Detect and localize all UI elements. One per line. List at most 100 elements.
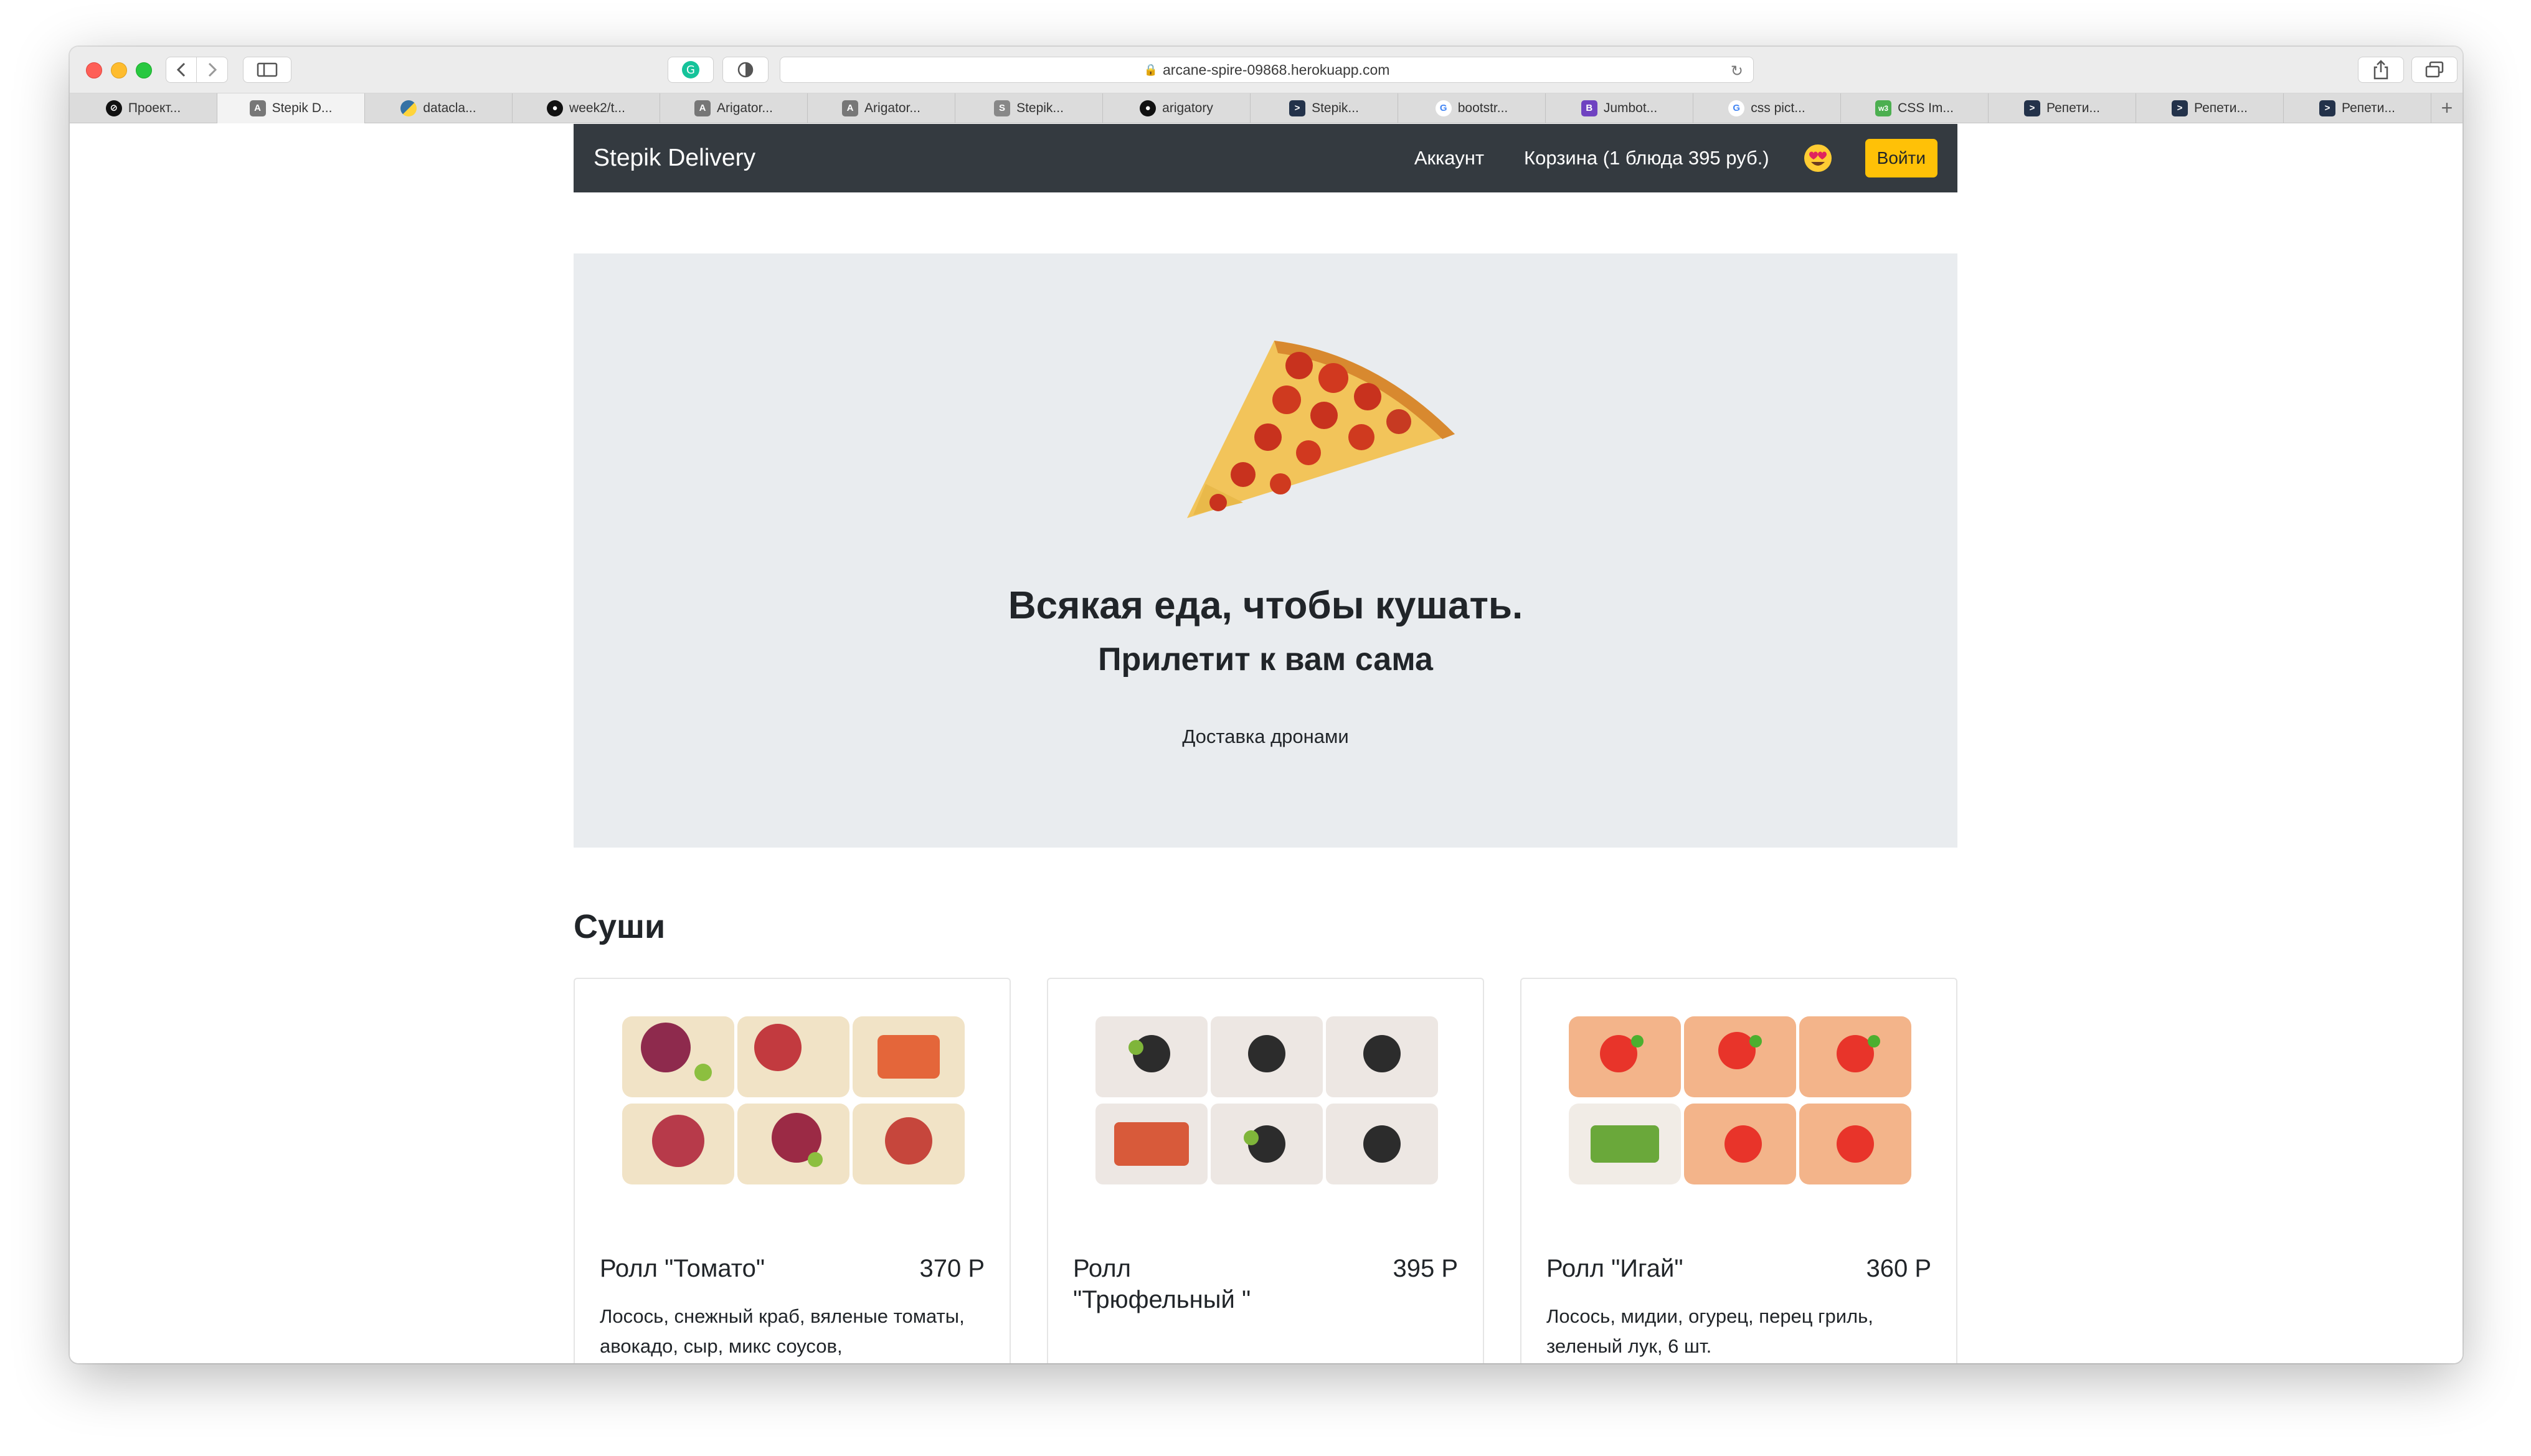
tab-overview-button[interactable] xyxy=(2411,57,2458,83)
terminal-icon: > xyxy=(2024,100,2041,116)
browser-tab[interactable]: G bootstr... xyxy=(1398,93,1546,123)
section-title: Суши xyxy=(574,908,666,945)
w3-icon: w3 xyxy=(1875,100,1892,116)
browser-tab[interactable]: ● arigatory xyxy=(1103,93,1251,123)
tab-label: bootstr... xyxy=(1457,101,1508,115)
tab-label: datacla... xyxy=(423,101,476,115)
letter-a-icon: A xyxy=(842,100,859,116)
circle-slash-icon: ⊘ xyxy=(105,100,122,116)
tab-label: Репети... xyxy=(2194,101,2248,115)
card-title: Ролл "Томато" xyxy=(600,1255,765,1282)
card-description: Лосось, мидии, огурец, перец гриль, зеле… xyxy=(1546,1305,1873,1357)
card-title: Ролл "Игай" xyxy=(1546,1255,1683,1282)
browser-tab-active[interactable]: A Stepik D... xyxy=(217,93,365,123)
cart-link[interactable]: Корзина (1 блюда 395 руб.) xyxy=(1524,147,1769,169)
tab-label: Stepik... xyxy=(1312,101,1359,115)
letter-a-icon: A xyxy=(249,100,266,116)
browser-tab[interactable]: > Репети... xyxy=(1989,93,2136,123)
card-price: 395 Р xyxy=(1393,1255,1458,1282)
letter-s-icon: S xyxy=(994,100,1011,116)
chevron-right-icon xyxy=(208,62,217,77)
forward-button[interactable] xyxy=(197,57,228,83)
bootstrap-icon: B xyxy=(1581,100,1597,116)
address-bar[interactable]: 🔒 arcane-spire-09868.herokuapp.com ↻ xyxy=(780,57,1754,83)
tab-overview-icon xyxy=(2425,61,2444,78)
browser-tab[interactable]: > Репети... xyxy=(2284,93,2431,123)
browser-tab[interactable]: A Arigator... xyxy=(808,93,955,123)
grammarly-icon: G xyxy=(682,61,699,78)
browser-tab[interactable]: ⊘ Проект... xyxy=(70,93,217,123)
reload-icon[interactable]: ↻ xyxy=(1731,62,1743,80)
site-navbar: Stepik Delivery Аккаунт Корзина (1 блюда… xyxy=(574,124,1957,192)
letter-a-icon: A xyxy=(694,100,711,116)
roll-tomato-image xyxy=(622,1016,965,1184)
sidebar-icon xyxy=(257,62,278,77)
terminal-icon: > xyxy=(1289,100,1306,116)
tab-label: Stepik... xyxy=(1016,101,1064,115)
product-card[interactable]: Ролл "Трюфельный " 395 Р xyxy=(1047,978,1484,1363)
close-window-button[interactable] xyxy=(86,62,102,78)
roll-igai-image xyxy=(1569,1016,1911,1184)
lock-icon: 🔒 xyxy=(1143,63,1158,76)
browser-titlebar: G 🔒 arcane-spire-09868.herokuapp.com ↻ xyxy=(70,47,2462,93)
tab-label: arigatory xyxy=(1162,101,1213,115)
card-price: 360 Р xyxy=(1866,1255,1931,1282)
pizza-slice-image xyxy=(1187,341,1455,518)
browser-tab[interactable]: G css pict... xyxy=(1693,93,1841,123)
hero-text: Доставка дронами xyxy=(1182,726,1349,747)
card-title: Ролл "Трюфельный " xyxy=(1073,1255,1251,1313)
chevron-left-icon xyxy=(176,62,186,77)
python-icon xyxy=(400,100,417,116)
login-button[interactable]: Войти xyxy=(1865,139,1937,177)
browser-tab[interactable]: ● week2/t... xyxy=(513,93,660,123)
browser-tab-bar: ⊘ Проект... A Stepik D... datacla... ● w… xyxy=(70,93,2462,123)
share-icon xyxy=(2373,60,2388,80)
google-icon: G xyxy=(1728,100,1745,116)
tab-label: week2/t... xyxy=(569,101,625,115)
browser-tab[interactable]: S Stepik... xyxy=(955,93,1103,123)
share-button[interactable] xyxy=(2358,57,2404,83)
zoom-window-button[interactable] xyxy=(136,62,152,78)
terminal-icon: > xyxy=(2319,100,2336,116)
back-button[interactable] xyxy=(166,57,197,83)
product-card[interactable]: Ролл "Игай" 360 Р Лосось, мидии, огурец,… xyxy=(1520,978,1957,1363)
url-text: arcane-spire-09868.herokuapp.com xyxy=(1163,61,1390,78)
tab-label: css pict... xyxy=(1751,101,1805,115)
account-link[interactable]: Аккаунт xyxy=(1414,147,1484,169)
card-price: 370 Р xyxy=(919,1255,985,1282)
product-card[interactable]: Ролл "Томато" 370 Р Лосось, снежный краб… xyxy=(574,978,1011,1363)
tab-label: Проект... xyxy=(128,101,181,115)
browser-tab[interactable]: B Jumbot... xyxy=(1546,93,1693,123)
half-shield-icon xyxy=(737,62,754,78)
brand-link[interactable]: Stepik Delivery xyxy=(594,144,755,172)
card-description: Лосось, снежный краб, вяленые томаты, ав… xyxy=(600,1305,965,1357)
hero-subtitle: Прилетит к вам сама xyxy=(1098,641,1433,678)
heart-eyes-emoji-icon[interactable] xyxy=(1803,143,1833,173)
browser-tab[interactable]: w3 CSS Im... xyxy=(1841,93,1989,123)
tab-label: Репети... xyxy=(2046,101,2100,115)
tab-label: CSS Im... xyxy=(1898,101,1954,115)
tab-label: Arigator... xyxy=(717,101,773,115)
browser-tab[interactable]: > Репети... xyxy=(2136,93,2284,123)
tab-label: Stepik D... xyxy=(272,101,333,115)
browser-tab[interactable]: > Stepik... xyxy=(1251,93,1398,123)
tab-label: Arigator... xyxy=(864,101,920,115)
navbar-links: Аккаунт Корзина (1 блюда 395 руб.) Войти xyxy=(1374,139,1937,177)
browser-tab[interactable]: A Arigator... xyxy=(660,93,808,123)
sidebar-toggle-button[interactable] xyxy=(243,57,291,83)
roll-truffle-image xyxy=(1095,1016,1438,1184)
privacy-extension-button[interactable] xyxy=(722,57,769,83)
browser-tab[interactable]: datacla... xyxy=(365,93,513,123)
github-icon: ● xyxy=(547,100,564,116)
grammarly-extension-button[interactable]: G xyxy=(668,57,714,83)
tab-label: Репети... xyxy=(2342,101,2395,115)
browser-window: G 🔒 arcane-spire-09868.herokuapp.com ↻ ⊘… xyxy=(70,47,2462,1363)
minimize-window-button[interactable] xyxy=(111,62,127,78)
hero-jumbotron: Всякая еда, чтобы кушать. Прилетит к вам… xyxy=(574,253,1957,848)
github-icon: ● xyxy=(1140,100,1157,116)
tab-label: Jumbot... xyxy=(1603,101,1658,115)
new-tab-button[interactable]: + xyxy=(2431,93,2462,123)
terminal-icon: > xyxy=(2172,100,2188,116)
hero-title: Всякая еда, чтобы кушать. xyxy=(1008,584,1523,627)
google-icon: G xyxy=(1435,100,1452,116)
